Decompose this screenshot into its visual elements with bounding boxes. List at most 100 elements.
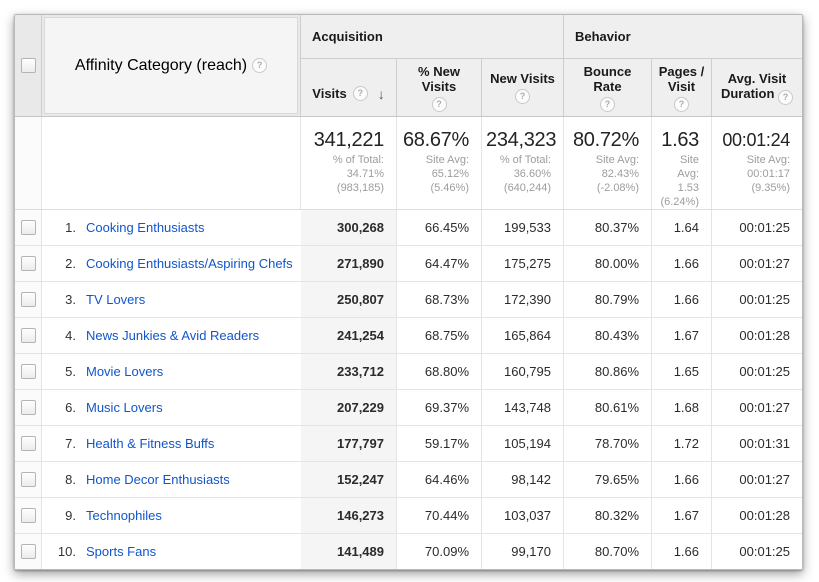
cell-pct-new-visits: 69.37% <box>396 390 481 425</box>
row-checkbox[interactable] <box>21 292 36 307</box>
row-rank: 3. <box>42 292 76 307</box>
section-header-behavior: Behavior <box>563 15 802 59</box>
row-checkbox[interactable] <box>21 544 36 559</box>
summary-visits: 341,221 % of Total: 34.71% (983,185) <box>301 117 396 209</box>
cell-pct-new-visits: 64.47% <box>396 246 481 281</box>
category-link[interactable]: Home Decor Enthusiasts <box>86 472 230 487</box>
cell-pages-visit: 1.72 <box>651 426 711 461</box>
cell-bounce-rate: 79.65% <box>563 462 651 497</box>
column-header-avg-visit-duration[interactable]: Avg. Visit Duration ? <box>711 59 802 116</box>
category-link[interactable]: News Junkies & Avid Readers <box>86 328 259 343</box>
help-icon[interactable]: ? <box>353 86 368 101</box>
summary-dimension-cell <box>42 117 301 209</box>
column-header-new-visits[interactable]: New Visits ? <box>481 59 563 116</box>
category-link[interactable]: Technophiles <box>86 508 162 523</box>
cell-bounce-rate: 80.86% <box>563 354 651 389</box>
category-link[interactable]: Cooking Enthusiasts/Aspiring Chefs <box>86 256 293 271</box>
category-link[interactable]: Health & Fitness Buffs <box>86 436 214 451</box>
cell-new-visits: 143,748 <box>481 390 563 425</box>
summary-pages-visit-sub: Site Avg: 1.53 (6.24%) <box>656 153 699 209</box>
pct-new-visits-header-label: % New Visits <box>401 64 477 94</box>
cell-visits: 152,247 <box>301 462 396 497</box>
cell-visits: 177,797 <box>301 426 396 461</box>
category-link[interactable]: Cooking Enthusiasts <box>86 220 205 235</box>
row-checkbox-cell <box>15 390 42 425</box>
cell-avg-duration: 00:01:25 <box>711 282 802 317</box>
cell-visits: 300,268 <box>301 210 396 245</box>
select-all-cell <box>15 15 42 116</box>
summary-pct-new-visits-sub: Site Avg: 65.12% (5.46%) <box>401 153 469 195</box>
cell-avg-duration: 00:01:28 <box>711 318 802 353</box>
help-icon[interactable]: ? <box>600 97 615 112</box>
cell-new-visits: 172,390 <box>481 282 563 317</box>
cell-new-visits: 99,170 <box>481 534 563 569</box>
cell-visits: 141,489 <box>301 534 396 569</box>
cell-new-visits: 160,795 <box>481 354 563 389</box>
row-checkbox-cell <box>15 426 42 461</box>
cell-pages-visit: 1.66 <box>651 282 711 317</box>
help-icon[interactable]: ? <box>674 97 689 112</box>
summary-pages-visit-value: 1.63 <box>656 128 699 152</box>
row-checkbox[interactable] <box>21 400 36 415</box>
row-dimension-cell: 1. Cooking Enthusiasts <box>42 210 301 245</box>
row-checkbox-cell <box>15 210 42 245</box>
dimension-header-panel[interactable]: Affinity Category (reach) ? <box>44 17 298 114</box>
cell-new-visits: 175,275 <box>481 246 563 281</box>
row-checkbox[interactable] <box>21 328 36 343</box>
help-icon[interactable]: ? <box>515 89 530 104</box>
analytics-report-screenshot: Affinity Category (reach) ? Acquisition … <box>0 0 819 582</box>
row-dimension-cell: 3. TV Lovers <box>42 282 301 317</box>
column-header-pct-new-visits[interactable]: % New Visits ? <box>396 59 481 116</box>
summary-bounce-rate: 80.72% Site Avg: 82.43% (-2.08%) <box>563 117 651 209</box>
row-checkbox[interactable] <box>21 364 36 379</box>
cell-bounce-rate: 80.32% <box>563 498 651 533</box>
column-header-bounce-rate[interactable]: Bounce Rate ? <box>563 59 651 116</box>
summary-row: 341,221 % of Total: 34.71% (983,185) 68.… <box>15 117 802 210</box>
cell-bounce-rate: 80.43% <box>563 318 651 353</box>
category-link[interactable]: Music Lovers <box>86 400 163 415</box>
help-icon[interactable]: ? <box>432 97 447 112</box>
cell-pct-new-visits: 68.75% <box>396 318 481 353</box>
help-icon[interactable]: ? <box>252 58 267 73</box>
table-header: Affinity Category (reach) ? Acquisition … <box>15 15 802 117</box>
cell-new-visits: 199,533 <box>481 210 563 245</box>
sort-descending-icon[interactable]: ↓ <box>378 88 385 101</box>
cell-pct-new-visits: 68.73% <box>396 282 481 317</box>
row-rank: 8. <box>42 472 76 487</box>
help-icon[interactable]: ? <box>778 90 793 105</box>
category-link[interactable]: TV Lovers <box>86 292 145 307</box>
row-checkbox[interactable] <box>21 220 36 235</box>
row-checkbox[interactable] <box>21 472 36 487</box>
summary-checkbox-cell <box>15 117 42 209</box>
dimension-header-cell: Affinity Category (reach) ? <box>42 15 301 116</box>
cell-avg-duration: 00:01:25 <box>711 354 802 389</box>
select-all-checkbox[interactable] <box>21 58 36 73</box>
row-dimension-cell: 2. Cooking Enthusiasts/Aspiring Chefs <box>42 246 301 281</box>
table-row: 1. Cooking Enthusiasts 300,268 66.45% 19… <box>15 210 802 245</box>
cell-bounce-rate: 80.00% <box>563 246 651 281</box>
summary-avg-duration: 00:01:24 Site Avg: 00:01:17 (9.35%) <box>711 117 802 209</box>
row-checkbox[interactable] <box>21 256 36 271</box>
column-header-pages-visit[interactable]: Pages / Visit ? <box>651 59 711 116</box>
cell-pct-new-visits: 70.09% <box>396 534 481 569</box>
cell-avg-duration: 00:01:27 <box>711 246 802 281</box>
category-link[interactable]: Movie Lovers <box>86 364 163 379</box>
cell-bounce-rate: 80.70% <box>563 534 651 569</box>
category-link[interactable]: Sports Fans <box>86 544 156 559</box>
summary-pct-new-visits-value: 68.67% <box>401 128 469 152</box>
row-checkbox-cell <box>15 354 42 389</box>
cell-visits: 233,712 <box>301 354 396 389</box>
column-header-visits[interactable]: Visits ? ↓ <box>301 59 396 116</box>
cell-pct-new-visits: 59.17% <box>396 426 481 461</box>
section-header-acquisition: Acquisition <box>301 15 563 59</box>
row-checkbox[interactable] <box>21 508 36 523</box>
row-rank: 9. <box>42 508 76 523</box>
row-checkbox-cell <box>15 318 42 353</box>
table-row: 3. TV Lovers 250,807 68.73% 172,390 80.7… <box>15 281 802 317</box>
table-body: 1. Cooking Enthusiasts 300,268 66.45% 19… <box>15 210 802 569</box>
cell-pages-visit: 1.66 <box>651 246 711 281</box>
cell-pages-visit: 1.67 <box>651 318 711 353</box>
cell-pct-new-visits: 68.80% <box>396 354 481 389</box>
row-checkbox-cell <box>15 462 42 497</box>
row-checkbox[interactable] <box>21 436 36 451</box>
